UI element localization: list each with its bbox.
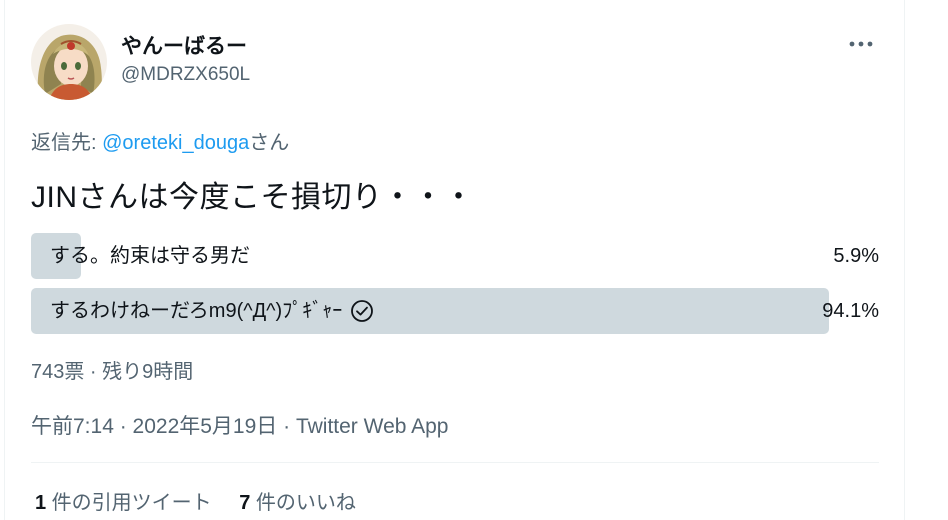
like-label: 件のいいね xyxy=(250,492,356,514)
divider xyxy=(31,462,879,463)
quote-label: 件の引用ツイート xyxy=(46,492,212,514)
tweet-card: やんーばるー @MDRZX650L 返信先: @oreteki_dougaさん … xyxy=(4,0,905,520)
more-button[interactable] xyxy=(843,30,879,58)
avatar[interactable] xyxy=(31,24,107,100)
poll-meta: 743票 · 残り9時間 xyxy=(31,361,194,383)
poll-option-label: するわけねーだろm9(^Д^)ﾌﾟｷﾞｬｰ xyxy=(50,288,374,334)
avatar-image xyxy=(31,24,107,100)
poll-option-percent: 5.9% xyxy=(833,245,879,267)
reply-context: 返信先: @oreteki_dougaさん xyxy=(31,126,289,155)
reply-suffix: さん xyxy=(249,132,290,154)
poll-option-1[interactable]: する。約束は守る男だ 5.9% xyxy=(31,233,879,279)
reply-prefix: 返信先: xyxy=(31,132,103,154)
tweet-timestamp: 午前7:14 · 2022年5月19日 · Twitter Web App xyxy=(31,410,448,440)
quote-count: 1 xyxy=(35,492,47,514)
poll-option-percent: 94.1% xyxy=(822,300,879,322)
quote-tweets-link[interactable]: 1 件の引用ツイート xyxy=(35,492,212,514)
likes-link[interactable]: 7 件のいいね xyxy=(239,492,356,514)
poll-option-2[interactable]: するわけねーだろm9(^Д^)ﾌﾟｷﾞｬｰ 94.1% xyxy=(31,288,879,334)
tweet-stats: 1 件の引用ツイート 7 件のいいね xyxy=(35,486,378,515)
reply-mention-link[interactable]: @oreteki_douga xyxy=(102,132,249,154)
more-horizontal-icon xyxy=(849,41,873,47)
poll-option-text: する。約束は守る男だ xyxy=(50,245,250,267)
poll-option-label: する。約束は守る男だ xyxy=(50,233,250,279)
user-handle[interactable]: @MDRZX650L xyxy=(121,64,250,86)
timestamp-link[interactable]: 午前7:14 · 2022年5月19日 · Twitter Web App xyxy=(31,415,448,438)
check-circle-icon xyxy=(350,299,374,323)
poll-option-text: するわけねーだろm9(^Д^)ﾌﾟｷﾞｬｰ xyxy=(50,300,343,322)
display-name[interactable]: やんーばるー xyxy=(121,30,247,60)
tweet-text: JINさんは今度こそ損切り・・・ xyxy=(31,181,474,214)
like-count: 7 xyxy=(239,492,251,514)
